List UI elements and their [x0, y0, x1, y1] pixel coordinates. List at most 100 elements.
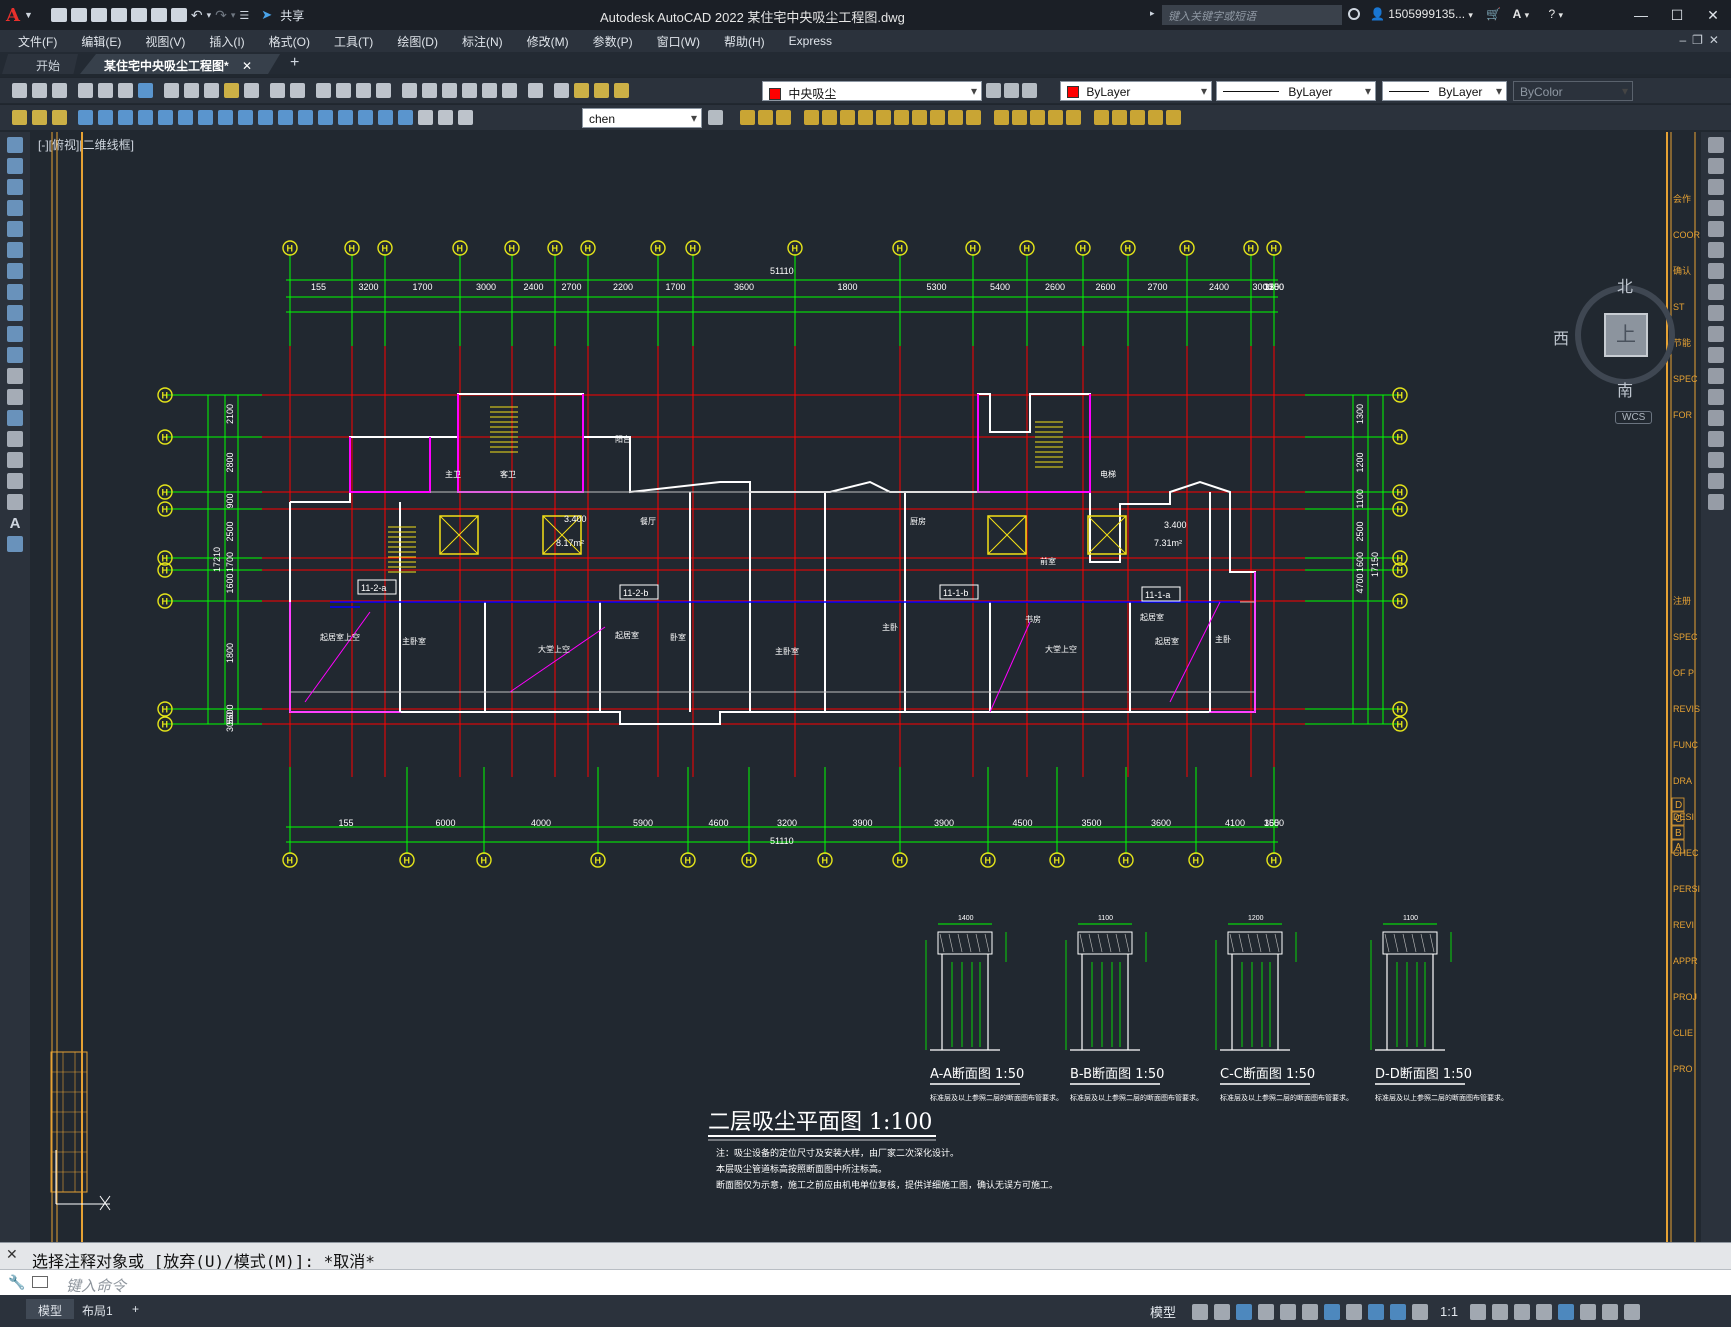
text-style-dropdown[interactable]: chen: [582, 108, 702, 128]
quick-dimension-icon[interactable]: [238, 110, 253, 125]
angular-dimension-icon[interactable]: [218, 110, 233, 125]
stretch-icon[interactable]: [876, 110, 891, 125]
tolerance-icon[interactable]: [338, 110, 353, 125]
redo-icon[interactable]: ↷: [215, 7, 227, 24]
rectangle-icon[interactable]: [7, 221, 23, 237]
a360-dropdown-icon[interactable]: ▾: [1525, 10, 1530, 20]
mirror-icon[interactable]: [758, 110, 773, 125]
save-icon[interactable]: [52, 83, 67, 98]
markup-icon[interactable]: [482, 83, 497, 98]
zoom-previous-icon[interactable]: [376, 83, 391, 98]
open-file-icon[interactable]: [70, 8, 87, 22]
snap-icon[interactable]: [1214, 1303, 1231, 1320]
construction-line-icon[interactable]: [7, 158, 23, 174]
open-icon[interactable]: [32, 83, 47, 98]
erase-icon[interactable]: [1030, 110, 1045, 125]
object-snap-icon[interactable]: [1324, 1303, 1341, 1320]
sheet-set-icon[interactable]: [462, 83, 477, 98]
xref-icon[interactable]: [1094, 110, 1109, 125]
bring-front-icon[interactable]: [32, 110, 47, 125]
jogged-dimension-icon[interactable]: [178, 110, 193, 125]
make-current-icon[interactable]: [986, 83, 1001, 98]
layer-lock-icon[interactable]: [614, 83, 629, 98]
array-icon[interactable]: [1708, 221, 1724, 237]
layer-on-icon[interactable]: [574, 83, 589, 98]
tab-start[interactable]: 开始: [2, 54, 79, 74]
ordinate-dimension-icon[interactable]: [138, 110, 153, 125]
calculator-icon[interactable]: [502, 83, 517, 98]
annotation-scale[interactable]: 1:1: [1440, 1304, 1458, 1319]
pan-icon[interactable]: [316, 83, 331, 98]
plot-preview-icon[interactable]: [98, 83, 113, 98]
baseline-dimension-icon[interactable]: [258, 110, 273, 125]
tab-layout1[interactable]: 布局1: [70, 1299, 125, 1319]
hatch-icon[interactable]: [7, 431, 23, 447]
aligned-dimension-icon[interactable]: [98, 110, 113, 125]
block-editor-icon[interactable]: [244, 83, 259, 98]
user-account[interactable]: 👤 1505999135... ▾ 🛒 A ▾ ? ▾: [1370, 7, 1563, 21]
fillet-icon[interactable]: [1708, 452, 1724, 468]
compass-south[interactable]: 南: [1617, 377, 1633, 401]
rotate-icon[interactable]: [840, 110, 855, 125]
match-properties-icon[interactable]: [224, 83, 239, 98]
layer-freeze-icon[interactable]: [594, 83, 609, 98]
block-insert-icon[interactable]: [1048, 110, 1063, 125]
radius-dimension-icon[interactable]: [158, 110, 173, 125]
attribute-icon[interactable]: [1066, 110, 1081, 125]
cut-icon[interactable]: [164, 83, 179, 98]
line-icon[interactable]: [7, 137, 23, 153]
plot-icon[interactable]: [78, 83, 93, 98]
document-window-controls[interactable]: –❐✕: [1680, 33, 1726, 47]
offset-icon[interactable]: [776, 110, 791, 125]
move-icon[interactable]: [822, 110, 837, 125]
clip-icon[interactable]: [1130, 110, 1145, 125]
ellipse-arc-icon[interactable]: [7, 347, 23, 363]
dimension-space-icon[interactable]: [298, 110, 313, 125]
trim-icon[interactable]: [1708, 326, 1724, 342]
tab-model[interactable]: 模型: [26, 1299, 75, 1319]
paste-icon[interactable]: [204, 83, 219, 98]
dim-style-icon[interactable]: [708, 110, 723, 125]
menu-view[interactable]: 视图(V): [145, 33, 185, 50]
undo-icon[interactable]: [270, 83, 285, 98]
command-input[interactable]: 键入命令: [66, 1275, 126, 1296]
wcs-menu[interactable]: WCS: [1615, 411, 1653, 424]
compass-north[interactable]: 北: [1617, 273, 1633, 297]
copy-object-icon[interactable]: [740, 110, 755, 125]
publish-icon[interactable]: [118, 83, 133, 98]
new-icon[interactable]: [12, 83, 27, 98]
region-icon[interactable]: [7, 473, 23, 489]
menu-draw[interactable]: 绘图(D): [397, 33, 438, 50]
customize-qat-icon[interactable]: ☰: [239, 9, 249, 22]
undo-icon[interactable]: ↶: [191, 7, 203, 24]
spline-icon[interactable]: [7, 305, 23, 321]
plotstyle-dropdown[interactable]: ByColor: [1513, 81, 1633, 101]
search-input[interactable]: 键入关键字或短语: [1162, 5, 1342, 25]
search-icon[interactable]: [1348, 8, 1360, 20]
menu-help[interactable]: 帮助(H): [724, 33, 765, 50]
quick-properties-icon[interactable]: [1536, 1303, 1553, 1320]
erase-icon[interactable]: [1708, 137, 1724, 153]
help-icon[interactable]: [528, 83, 543, 98]
cart-icon[interactable]: 🛒: [1486, 7, 1501, 21]
scale-icon[interactable]: [858, 110, 873, 125]
insert-block-icon[interactable]: [7, 368, 23, 384]
copy-icon[interactable]: [1708, 158, 1724, 174]
stretch-icon[interactable]: [1708, 305, 1724, 321]
autodesk-a360-icon[interactable]: A: [1513, 7, 1522, 21]
table-icon[interactable]: [7, 494, 23, 510]
inspection-icon[interactable]: [378, 110, 393, 125]
help-icon[interactable]: ?: [1548, 7, 1555, 21]
layer-dropdown[interactable]: 中央吸尘: [762, 81, 982, 101]
dimension-edit-icon[interactable]: [418, 110, 433, 125]
redo-icon[interactable]: [290, 83, 305, 98]
plot-icon[interactable]: [170, 8, 187, 22]
menu-parametric[interactable]: 参数(P): [593, 33, 633, 50]
design-center-icon[interactable]: [422, 83, 437, 98]
multiline-text-icon[interactable]: A: [7, 515, 23, 532]
grid-icon[interactable]: [1192, 1303, 1209, 1320]
help-dropdown-icon[interactable]: ▾: [1558, 10, 1563, 20]
undo-dropdown-icon[interactable]: ▾: [207, 10, 212, 21]
rotate-icon[interactable]: [1708, 263, 1724, 279]
tab-close-icon[interactable]: ✕: [242, 59, 252, 73]
